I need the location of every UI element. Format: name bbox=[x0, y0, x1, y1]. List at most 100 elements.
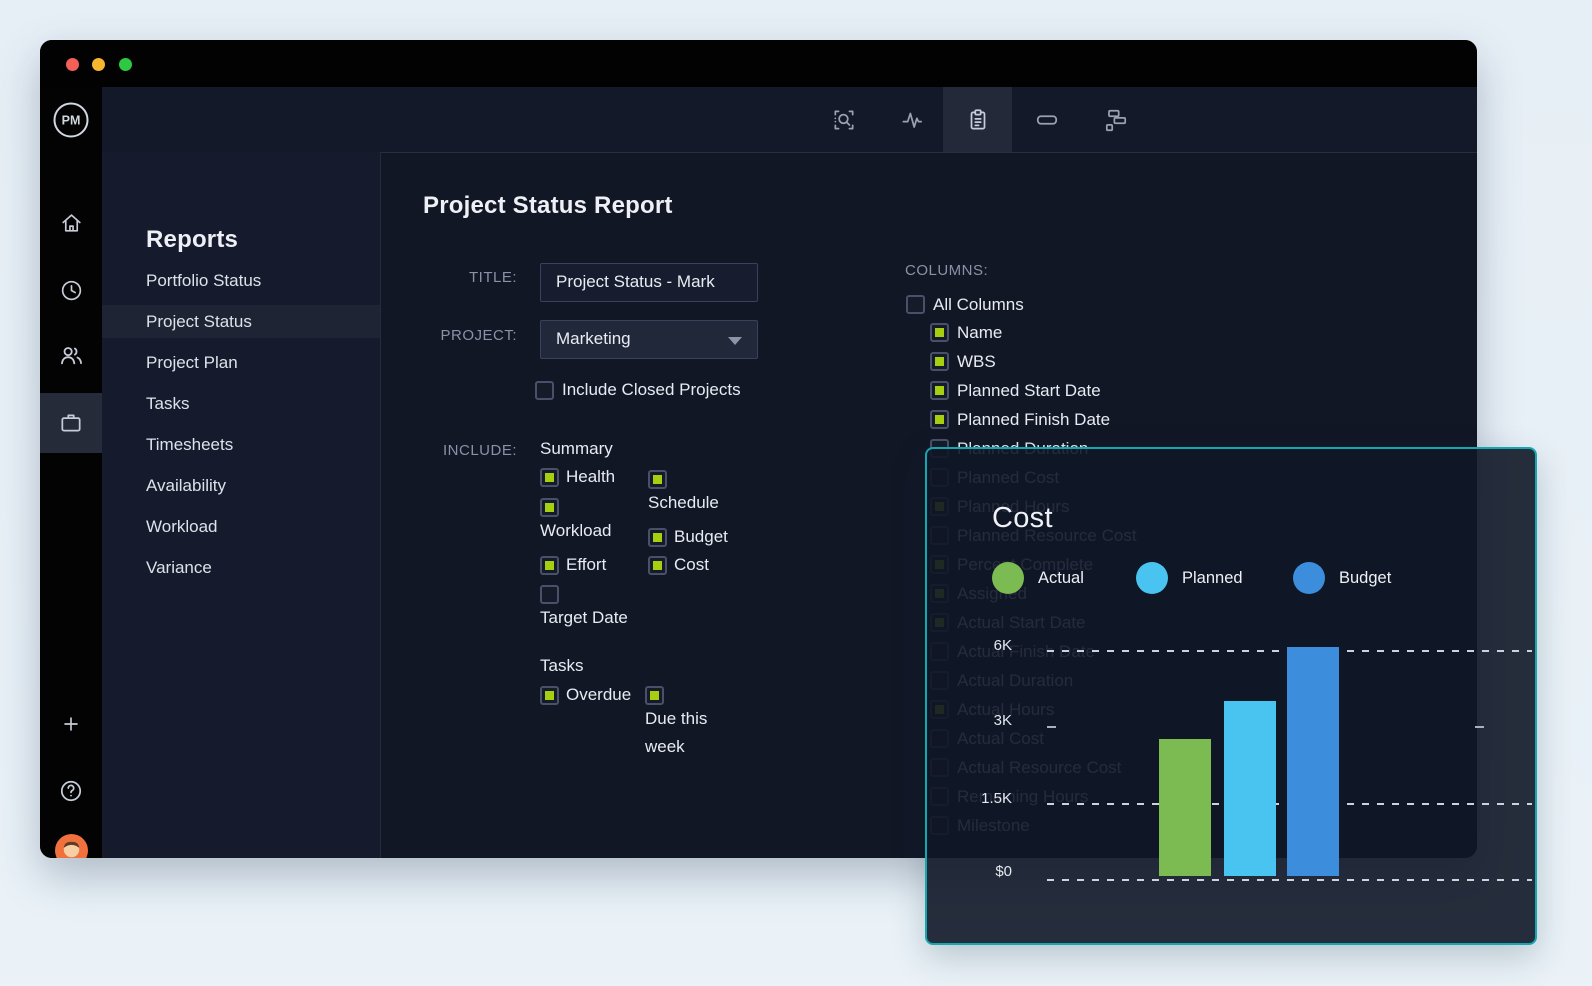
left-nav-rail: PM bbox=[40, 87, 102, 858]
gridline-3k-dash bbox=[1047, 726, 1056, 728]
summary-option-target-date[interactable]: Target Date bbox=[540, 580, 636, 632]
project-field-label: PROJECT: bbox=[406, 327, 517, 344]
reports-sidebar: Reports Portfolio Status Project Status … bbox=[102, 152, 381, 858]
column-label: WBS bbox=[957, 352, 996, 372]
option-label: Health bbox=[566, 463, 615, 491]
planned-bar bbox=[1224, 701, 1276, 876]
window-titlebar bbox=[40, 40, 1477, 87]
column-option-name[interactable]: Name bbox=[930, 318, 1002, 347]
summary-option-cost[interactable]: Cost bbox=[648, 551, 748, 579]
summary-option-schedule[interactable]: Schedule bbox=[648, 465, 736, 517]
option-label: Effort bbox=[566, 551, 606, 579]
option-label: Cost bbox=[674, 551, 709, 579]
time-icon[interactable] bbox=[40, 260, 102, 320]
legend-item-budget: Budget bbox=[1293, 562, 1391, 594]
option-label: Schedule bbox=[648, 489, 719, 517]
help-icon[interactable] bbox=[40, 761, 102, 821]
report-clipboard-icon[interactable] bbox=[943, 87, 1012, 152]
checkbox[interactable] bbox=[930, 410, 949, 429]
include-closed-projects-label: Include Closed Projects bbox=[562, 380, 741, 400]
page-background: PM bbox=[0, 0, 1592, 986]
sidebar-item-portfolio-status[interactable]: Portfolio Status bbox=[102, 260, 379, 301]
checkbox[interactable] bbox=[535, 381, 554, 400]
column-option-wbs[interactable]: WBS bbox=[930, 347, 996, 376]
summary-option-health[interactable]: Health bbox=[540, 463, 644, 491]
summary-option-workload[interactable]: Workload bbox=[540, 493, 630, 545]
checkbox[interactable] bbox=[906, 295, 925, 314]
sidebar-item-project-plan[interactable]: Project Plan bbox=[102, 342, 379, 383]
actual-bar bbox=[1159, 739, 1211, 876]
legend-label: Planned bbox=[1182, 569, 1243, 588]
checkbox[interactable] bbox=[648, 528, 667, 547]
include-section-label: INCLUDE: bbox=[396, 442, 517, 459]
ytick-1-5k: 1.5K bbox=[952, 789, 1012, 809]
tasks-heading: Tasks bbox=[540, 656, 583, 676]
gridline-0 bbox=[1047, 879, 1532, 881]
summary-option-effort[interactable]: Effort bbox=[540, 551, 644, 579]
home-icon[interactable] bbox=[40, 193, 102, 253]
option-label: Target Date bbox=[540, 604, 628, 632]
activity-icon[interactable] bbox=[877, 87, 946, 152]
option-label: Due this week bbox=[645, 705, 749, 761]
pm-logo: PM bbox=[40, 87, 102, 152]
checkbox[interactable] bbox=[540, 585, 559, 604]
zoom-search-icon[interactable] bbox=[809, 87, 878, 152]
user-avatar[interactable] bbox=[40, 820, 102, 858]
checkbox[interactable] bbox=[645, 686, 664, 705]
portfolio-icon[interactable] bbox=[40, 393, 102, 453]
column-label: Name bbox=[957, 323, 1002, 343]
summary-option-budget[interactable]: Budget bbox=[648, 523, 748, 551]
title-field-label: TITLE: bbox=[406, 269, 517, 286]
checkbox[interactable] bbox=[540, 556, 559, 575]
sidebar-item-project-status[interactable]: Project Status bbox=[102, 301, 379, 342]
option-label: Budget bbox=[674, 523, 728, 551]
sidebar-item-tasks[interactable]: Tasks bbox=[102, 383, 379, 424]
sidebar-item-variance[interactable]: Variance bbox=[102, 547, 379, 588]
project-dropdown[interactable]: Marketing bbox=[540, 320, 758, 359]
checkbox[interactable] bbox=[930, 381, 949, 400]
column-option-planned-finish-date[interactable]: Planned Finish Date bbox=[930, 405, 1110, 434]
tasks-option-due-this-week[interactable]: Due this week bbox=[645, 681, 749, 761]
checkbox[interactable] bbox=[930, 352, 949, 371]
report-title-input[interactable]: Project Status - Mark bbox=[540, 263, 758, 302]
checkbox[interactable] bbox=[648, 470, 667, 489]
option-label: Overdue bbox=[566, 681, 631, 709]
page-title: Project Status Report bbox=[423, 192, 673, 220]
column-label: Planned Finish Date bbox=[957, 410, 1110, 430]
top-toolbar bbox=[102, 87, 1477, 153]
checkbox[interactable] bbox=[540, 498, 559, 517]
legend-item-planned: Planned bbox=[1136, 562, 1243, 594]
column-option-planned-start-date[interactable]: Planned Start Date bbox=[930, 376, 1101, 405]
legend-label: Actual bbox=[1038, 569, 1084, 588]
tasks-option-overdue[interactable]: Overdue bbox=[540, 681, 652, 709]
fullscreen-window-button[interactable] bbox=[119, 58, 132, 71]
sidebar-item-availability[interactable]: Availability bbox=[102, 465, 379, 506]
include-closed-projects-option[interactable]: Include Closed Projects bbox=[535, 380, 741, 400]
project-dropdown-value: Marketing bbox=[556, 329, 631, 348]
all-columns-option[interactable]: All Columns bbox=[906, 290, 1024, 319]
column-label: Planned Start Date bbox=[957, 381, 1101, 401]
cost-chart-panel: Cost Actual Planned Budget 6K 3K 1.5K $0 bbox=[925, 447, 1537, 945]
team-icon[interactable] bbox=[40, 325, 102, 385]
summary-heading: Summary bbox=[540, 439, 613, 459]
close-window-button[interactable] bbox=[66, 58, 79, 71]
budget-legend-dot bbox=[1293, 562, 1325, 594]
checkbox[interactable] bbox=[648, 556, 667, 575]
budget-bar bbox=[1287, 647, 1339, 876]
card-icon[interactable] bbox=[1012, 87, 1081, 152]
option-label: Workload bbox=[540, 517, 612, 545]
checkbox[interactable] bbox=[540, 468, 559, 487]
chevron-down-icon bbox=[728, 337, 742, 345]
workflow-icon[interactable] bbox=[1081, 87, 1150, 152]
checkbox[interactable] bbox=[540, 686, 559, 705]
checkbox[interactable] bbox=[930, 323, 949, 342]
sidebar-item-workload[interactable]: Workload bbox=[102, 506, 379, 547]
chart-title: Cost bbox=[992, 502, 1053, 535]
legend-item-actual: Actual bbox=[992, 562, 1084, 594]
sidebar-item-timesheets[interactable]: Timesheets bbox=[102, 424, 379, 465]
all-columns-label: All Columns bbox=[933, 295, 1024, 315]
minimize-window-button[interactable] bbox=[92, 58, 105, 71]
add-icon[interactable] bbox=[40, 694, 102, 754]
actual-legend-dot bbox=[992, 562, 1024, 594]
ytick-0: $0 bbox=[952, 862, 1012, 882]
